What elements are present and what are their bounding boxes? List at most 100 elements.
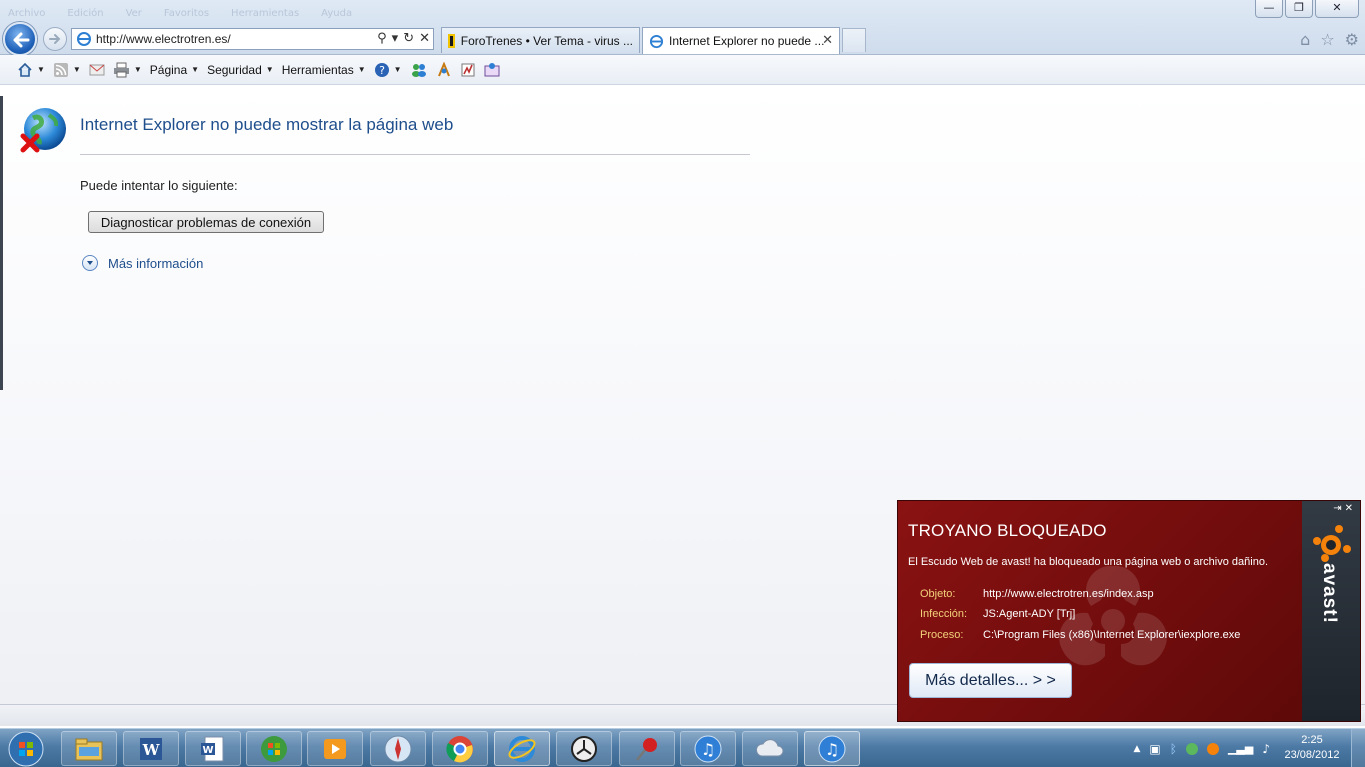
tools-menu[interactable]: Herramientas ▼ [282,63,366,77]
security-menu[interactable]: Seguridad ▼ [207,63,274,77]
mail-button[interactable] [89,63,105,77]
try-text: Puede intentar lo siguiente: [80,178,238,193]
detail-row-process: Proceso: C:\Program Files (x86)\Internet… [920,629,1240,641]
svg-text:?: ? [379,64,385,77]
taskbar-internet-explorer[interactable] [494,731,550,766]
safely-remove-icon[interactable]: ▣ [1149,742,1160,756]
detail-value: JS:Agent-ADY [Trj] [983,608,1076,620]
gear-icon[interactable]: ⚙ [1345,30,1359,49]
taskbar-pin-app[interactable] [619,731,675,766]
more-details-button[interactable]: Más detalles... > > [909,663,1072,698]
start-button[interactable] [4,729,48,767]
translate-button[interactable] [484,62,500,78]
minimize-button[interactable]: — [1255,0,1283,18]
detail-key: Objeto: [920,588,956,600]
taskbar-word-doc[interactable]: W [185,731,241,766]
pin-popup-icon[interactable]: ⇥ [1333,503,1344,514]
refresh-icon[interactable]: ↻ [403,31,414,46]
windows-start-icon [8,731,44,767]
ie-favicon-icon [649,34,664,48]
svg-text:W: W [142,741,161,759]
address-bar[interactable]: ⚲ ▾ ↻ ✕ [71,28,434,50]
clock-app-icon [571,735,597,762]
signal-strength-icon[interactable]: ▁▃▅ [1228,742,1253,755]
research-button[interactable] [436,61,452,78]
clock-date: 23/08/2012 [1284,749,1340,761]
blog-icon [461,63,475,76]
close-popup-icon[interactable]: ✕ [1345,503,1356,514]
internet-explorer-icon [508,735,536,762]
taskbar-windows-explorer[interactable] [61,731,117,766]
system-clock[interactable]: 2:25 23/08/2012 [1277,733,1347,763]
left-edge [0,96,3,390]
back-button[interactable] [3,22,37,56]
new-tab-button[interactable] [842,28,866,52]
taskbar-chrome[interactable] [432,731,488,766]
messenger-button[interactable] [410,62,428,78]
taskbar-itunes-active[interactable]: ♫ [804,731,860,766]
help-button[interactable]: ? ▼ [374,62,402,78]
browser-frame: Archivo Edición Ver Favoritos Herramientas Ay… [0,0,1365,56]
taskbar-word[interactable]: W [123,731,179,766]
research-icon [437,61,450,76]
feeds-button[interactable]: ▼ [53,62,81,78]
volume-icon[interactable]: ♪ [1262,742,1270,756]
detail-row-object: Objeto: http://www.electrotren.es/index.… [920,588,1154,600]
chrome-icon [446,735,473,762]
taskbar-clock-app[interactable] [556,731,612,766]
clock-time: 2:25 [1301,734,1323,746]
bluetooth-icon[interactable]: ᛒ [1170,742,1177,756]
more-info-label: Más información [108,255,204,271]
pin-icon [636,737,657,761]
mail-icon [89,64,105,75]
page-menu[interactable]: Página ▼ [150,63,199,77]
taskbar-itunes[interactable]: ♫ [680,731,736,766]
taskbar-media-center[interactable] [246,731,302,766]
tab-ie-error[interactable]: Internet Explorer no puede ... ✕ [642,27,840,54]
security-menu-label: Seguridad [207,62,262,77]
tab-label: ForoTrenes • Ver Tema - virus ... [460,33,633,48]
favorites-star-icon[interactable]: ☆ [1320,30,1334,49]
tab-close-icon[interactable]: ✕ [822,32,833,48]
error-title: Internet Explorer no puede mostrar la pá… [80,115,454,134]
forward-button[interactable] [43,27,67,51]
ie-page-icon [77,32,91,46]
taskbar-media-player[interactable] [307,731,363,766]
itunes-icon: ♫ [694,735,722,762]
close-button[interactable]: ✕ [1315,0,1359,18]
stop-icon[interactable]: ✕ [419,31,430,46]
tab-forotrenes[interactable]: ForoTrenes • Ver Tema - virus ... [441,27,640,53]
taskbar-icloud[interactable] [742,731,798,766]
blog-button[interactable] [460,62,476,78]
search-icon[interactable]: ⚲ [377,31,387,46]
svg-text:♫: ♫ [825,740,839,759]
taskbar: W W ♫ ♫ ▲ ▣ ᛒ ▁▃▅ ♪ 2:25 23/08/2012 [0,728,1365,767]
detail-value: http://www.electrotren.es/index.asp [983,588,1154,600]
url-input[interactable] [96,32,346,46]
messenger-icon [411,63,426,77]
dropdown-icon[interactable]: ▾ [392,31,399,46]
avast-message: El Escudo Web de avast! ha bloqueado una… [908,556,1268,568]
popup-controls: ⇥✕ [1333,503,1356,514]
show-hidden-icons-icon[interactable]: ▲ [1133,744,1140,754]
network-green-icon[interactable] [1185,742,1198,755]
window-controls: — ❐ ✕ [1255,0,1359,18]
windows-explorer-icon [75,738,103,760]
print-button[interactable]: ▼ [113,62,142,78]
show-desktop-button[interactable] [1351,729,1365,767]
detail-key: Proceso: [920,629,964,641]
avast-brand-text: avast! [1319,563,1340,624]
rss-feed-icon [53,62,68,77]
forward-arrow-icon [49,34,61,44]
restore-button[interactable]: ❐ [1285,0,1313,18]
home-button[interactable]: ▼ [17,62,45,78]
taskbar-safari[interactable] [370,731,426,766]
svg-text:♫: ♫ [701,740,715,759]
avast-tray-icon[interactable] [1206,742,1219,755]
home-icon [18,62,32,77]
diagnose-button[interactable]: Diagnosticar problemas de conexión [88,211,324,233]
more-info-link[interactable]: Más información [82,255,203,271]
itunes-active-icon: ♫ [818,735,846,762]
home-icon[interactable]: ⌂ [1300,30,1310,49]
detail-key: Infección: [920,608,968,620]
